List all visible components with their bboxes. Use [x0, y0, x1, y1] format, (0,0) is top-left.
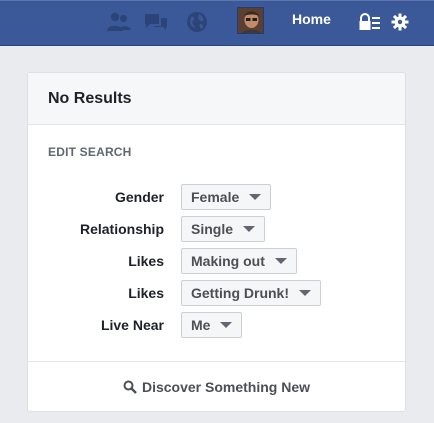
filter-label: Live Near: [100, 317, 164, 333]
notifications-globe-icon[interactable]: [183, 9, 211, 35]
settings-gear-icon[interactable]: [386, 9, 414, 35]
dropdown-value: Me: [191, 317, 211, 333]
search-results-card: No Results EDIT SEARCH Gender Female Rel…: [27, 72, 406, 412]
search-icon: [123, 380, 137, 394]
filter-row-live-near: Live Near Me: [28, 312, 407, 338]
filter-row-likes-1: Likes Making out: [28, 248, 407, 274]
filter-label: Relationship: [79, 221, 164, 237]
home-link[interactable]: Home: [292, 11, 331, 27]
chevron-down-icon: [220, 322, 233, 328]
filter-label: Likes: [128, 253, 164, 269]
page-content: No Results EDIT SEARCH Gender Female Rel…: [0, 46, 434, 423]
gender-dropdown[interactable]: Female: [181, 184, 272, 210]
chevron-down-icon: [243, 226, 256, 232]
dropdown-value: Female: [191, 189, 240, 205]
filter-label: Likes: [128, 285, 164, 301]
card-footer: Discover Something New: [28, 361, 405, 411]
chevron-down-icon: [249, 194, 262, 200]
chevron-down-icon: [299, 290, 311, 296]
filter-row-gender: Gender Female: [28, 184, 407, 210]
top-navigation-bar: Home: [0, 0, 434, 46]
filter-row-likes-2: Likes Getting Drunk!: [28, 280, 407, 306]
edit-search-heading: EDIT SEARCH: [48, 145, 132, 159]
messages-icon[interactable]: [142, 9, 170, 35]
privacy-shortcuts-icon[interactable]: [356, 9, 384, 35]
relationship-dropdown[interactable]: Single: [181, 216, 266, 242]
card-title: No Results: [48, 90, 132, 107]
profile-avatar[interactable]: [237, 7, 264, 34]
filter-row-relationship: Relationship Single: [28, 216, 407, 242]
dropdown-value: Making out: [191, 253, 265, 269]
discover-label: Discover Something New: [141, 378, 311, 395]
filter-label: Gender: [114, 189, 164, 205]
chevron-down-icon: [274, 258, 287, 264]
live-near-dropdown[interactable]: Me: [181, 312, 243, 338]
dropdown-value: Getting Drunk!: [191, 285, 289, 301]
discover-something-new-link[interactable]: Discover Something New: [123, 379, 310, 395]
dropdown-value: Single: [191, 221, 234, 237]
friend-requests-icon[interactable]: [105, 9, 133, 35]
likes-dropdown-1[interactable]: Making out: [181, 248, 297, 274]
likes-dropdown-2[interactable]: Getting Drunk!: [181, 280, 321, 306]
